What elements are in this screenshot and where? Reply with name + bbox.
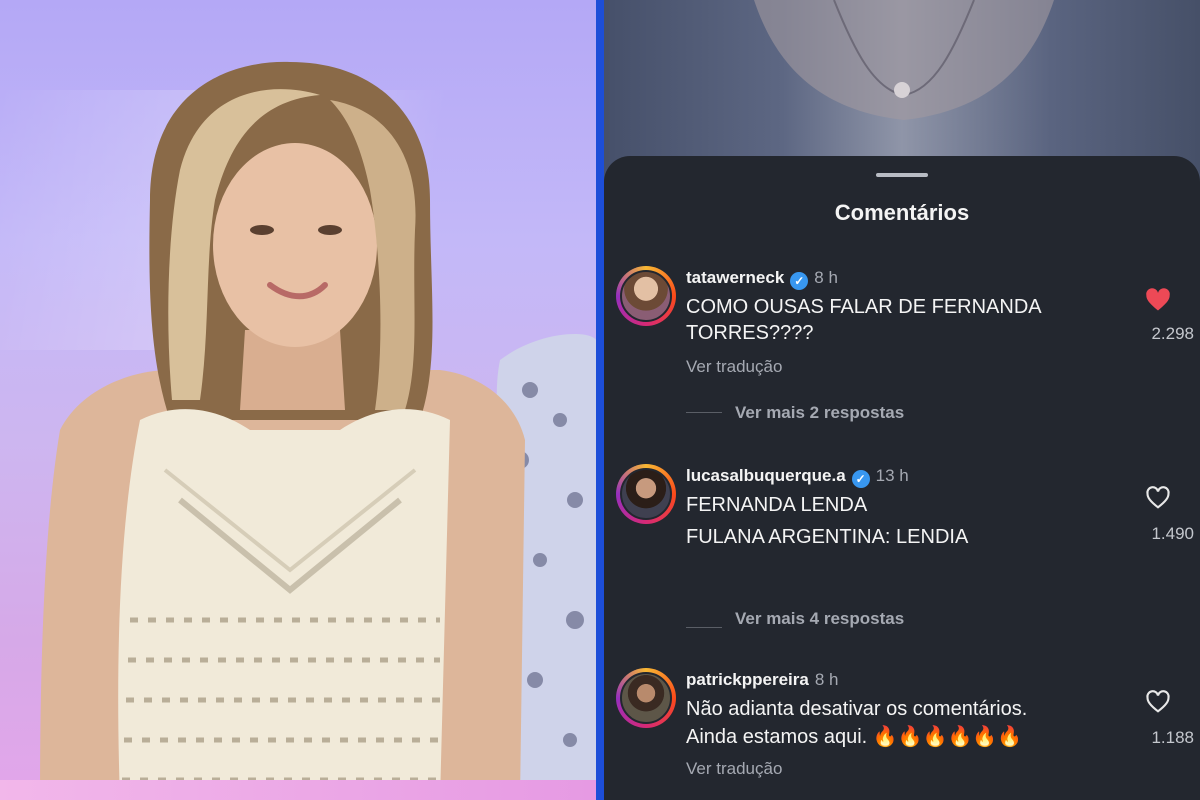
replies-divider xyxy=(686,412,722,413)
heart-icon[interactable] xyxy=(1144,286,1172,314)
view-more-replies-link[interactable]: Ver mais 2 respostas xyxy=(735,403,904,423)
comment-username[interactable]: tatawerneck ✓ 8 h xyxy=(686,268,838,290)
avatar[interactable] xyxy=(616,266,676,326)
heart-icon[interactable] xyxy=(1144,688,1172,716)
verified-badge-icon: ✓ xyxy=(851,470,870,488)
comment-text-line: Não adianta desativar os comentários. xyxy=(686,698,1028,720)
tv-presenter-photo xyxy=(0,0,596,800)
like-count: 2.298 xyxy=(1151,324,1194,343)
view-more-replies-link[interactable]: Ver mais 4 respostas xyxy=(735,609,904,629)
heart-icon[interactable] xyxy=(1144,484,1172,512)
comment-text-line: COMO OUSAS FALAR DE FERNANDA xyxy=(686,296,1042,318)
like-count: 1.188 xyxy=(1151,728,1194,747)
split-divider xyxy=(596,0,604,800)
see-translation-link[interactable]: Ver tradução xyxy=(686,357,782,377)
comment-username[interactable]: patrickppereira 8 h xyxy=(686,670,838,690)
comment-text-line: FULANA ARGENTINA: LENDIA xyxy=(686,526,969,548)
comment-time: 8 h xyxy=(814,670,839,689)
comment-text-line: Ainda estamos aqui. 🔥🔥🔥🔥🔥🔥 xyxy=(686,726,1023,748)
sheet-drag-handle[interactable] xyxy=(876,173,928,177)
avatar[interactable] xyxy=(616,668,676,728)
comment-text-line: TORRES???? xyxy=(686,322,814,344)
comment-time: 8 h xyxy=(814,268,838,287)
see-translation-link[interactable]: Ver tradução xyxy=(686,759,782,779)
comment-time: 13 h xyxy=(875,466,909,485)
verified-badge-icon: ✓ xyxy=(790,272,809,290)
comments-sheet: Comentários tatawerneck ✓ 8 h COMO OUSAS F… xyxy=(604,156,1200,800)
instagram-comments-screenshot: Comentários tatawerneck ✓ 8 h COMO OUSAS F… xyxy=(604,0,1200,800)
comment-username[interactable]: lucasalbuquerque.a ✓ 13 h xyxy=(686,466,909,488)
avatar[interactable] xyxy=(616,464,676,524)
replies-divider xyxy=(686,627,722,628)
comment-text-line: FERNANDA LENDA xyxy=(686,494,868,516)
sheet-title: Comentários xyxy=(834,200,970,225)
presenter-figure xyxy=(40,61,596,800)
like-count: 1.490 xyxy=(1151,524,1194,543)
